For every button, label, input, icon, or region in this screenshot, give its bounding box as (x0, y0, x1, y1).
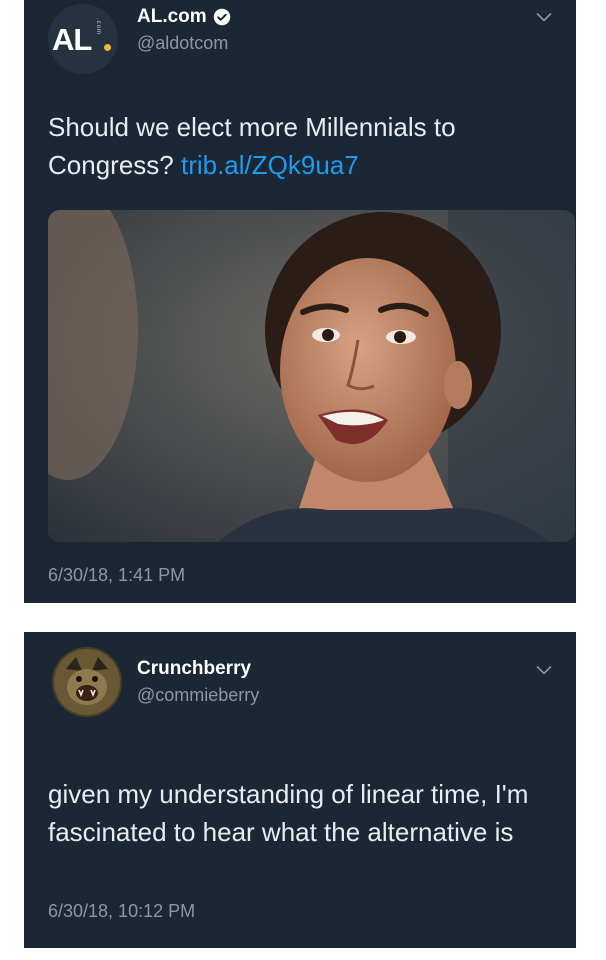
tweet-link[interactable]: trib.al/ZQk9ua7 (181, 150, 359, 180)
author-name-row[interactable]: Crunchberry (137, 658, 251, 680)
aldotcom-avatar[interactable]: AL .com (48, 4, 118, 74)
tweet-card[interactable]: AL .com AL.com @aldotcom Should we elect… (24, 0, 576, 603)
wolf-avatar-image (52, 647, 122, 717)
verified-badge-icon (213, 8, 230, 26)
avatar-logo-text: AL (52, 22, 92, 57)
tweet-text: given my understanding of linear time, I… (48, 779, 529, 847)
tweet-photo[interactable] (48, 210, 575, 542)
author-handle[interactable]: @aldotcom (137, 33, 228, 54)
photo-image (48, 210, 575, 542)
crunchberry-avatar[interactable] (52, 647, 122, 717)
chevron-down-icon[interactable] (536, 665, 552, 675)
tweet-card[interactable]: Crunchberry @commieberry given my unders… (24, 632, 576, 948)
tweet-text: Should we elect more Millennials to Cong… (48, 108, 548, 184)
author-display-name[interactable]: AL.com (137, 6, 207, 28)
avatar-logo-subtext: .com (95, 18, 101, 36)
author-display-name[interactable]: Crunchberry (137, 658, 251, 680)
author-name-row[interactable]: AL.com (137, 6, 231, 28)
author-handle[interactable]: @commieberry (137, 685, 259, 706)
avatar-logo-dot (104, 44, 111, 51)
tweet-timestamp[interactable]: 6/30/18, 10:12 PM (48, 901, 195, 922)
tweet-timestamp[interactable]: 6/30/18, 1:41 PM (48, 565, 185, 586)
chevron-down-icon[interactable] (536, 12, 552, 22)
